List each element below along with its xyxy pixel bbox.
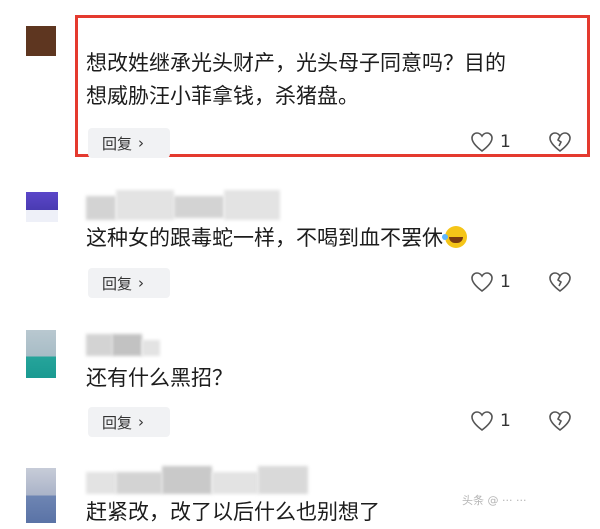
broken-heart-icon <box>549 132 571 153</box>
laughing-crying-emoji-icon <box>442 226 467 248</box>
comment-text: 想改姓继承光头财产，光头母子同意吗？目的 想威胁汪小菲拿钱，杀猪盘。 <box>86 47 506 113</box>
like-count: 1 <box>500 132 511 152</box>
like-button[interactable]: 1 <box>470 410 511 432</box>
like-button[interactable]: 1 <box>470 131 511 153</box>
blurred-username <box>174 196 224 218</box>
comment-line: 赶紧改，改了以后什么也别想了 <box>86 500 380 524</box>
like-count: 1 <box>500 272 511 292</box>
dislike-button[interactable] <box>548 131 572 157</box>
blurred-username <box>116 472 162 494</box>
reply-label: 回复 <box>102 413 133 432</box>
blurred-username <box>142 340 160 356</box>
avatar[interactable] <box>26 192 58 222</box>
blurred-username <box>212 472 258 494</box>
reply-label: 回复 <box>102 134 133 153</box>
avatar[interactable] <box>26 330 56 378</box>
blurred-username <box>86 196 116 220</box>
blurred-username <box>86 334 112 356</box>
avatar[interactable] <box>26 468 56 523</box>
blurred-username <box>116 190 174 220</box>
comment-line: 想威胁汪小菲拿钱，杀猪盘。 <box>86 84 359 108</box>
comment-line: 想改姓继承光头财产，光头母子同意吗？目的 <box>86 51 506 75</box>
reply-button[interactable]: 回复 › <box>88 407 170 437</box>
comment-text: 还有什么黑招？ <box>86 362 233 395</box>
comment-text: 这种女的跟毒蛇一样，不喝到血不罢休 <box>86 222 467 255</box>
blurred-username <box>224 190 280 220</box>
comment-line: 这种女的跟毒蛇一样，不喝到血不罢休 <box>86 226 443 250</box>
broken-heart-icon <box>549 411 571 432</box>
reply-button[interactable]: 回复 › <box>88 268 170 298</box>
comment-text: 赶紧改，改了以后什么也别想了 <box>86 496 380 529</box>
like-button[interactable]: 1 <box>470 271 511 293</box>
heart-icon <box>471 272 493 293</box>
blurred-username <box>112 334 142 356</box>
dislike-button[interactable] <box>548 410 572 436</box>
dislike-button[interactable] <box>548 271 572 297</box>
chevron-right-icon: › <box>138 134 145 152</box>
blurred-username <box>86 472 116 494</box>
watermark: 头条 @ ··· ··· <box>462 494 527 507</box>
like-count: 1 <box>500 411 511 431</box>
heart-icon <box>471 132 493 153</box>
comment-line: 还有什么黑招？ <box>86 366 233 390</box>
avatar[interactable] <box>26 26 56 56</box>
reply-label: 回复 <box>102 274 133 293</box>
reply-button[interactable]: 回复 › <box>88 128 170 158</box>
chevron-right-icon: › <box>138 413 145 431</box>
blurred-username <box>258 466 308 494</box>
heart-icon <box>471 411 493 432</box>
blurred-username <box>162 466 212 494</box>
broken-heart-icon <box>549 272 571 293</box>
chevron-right-icon: › <box>138 274 145 292</box>
